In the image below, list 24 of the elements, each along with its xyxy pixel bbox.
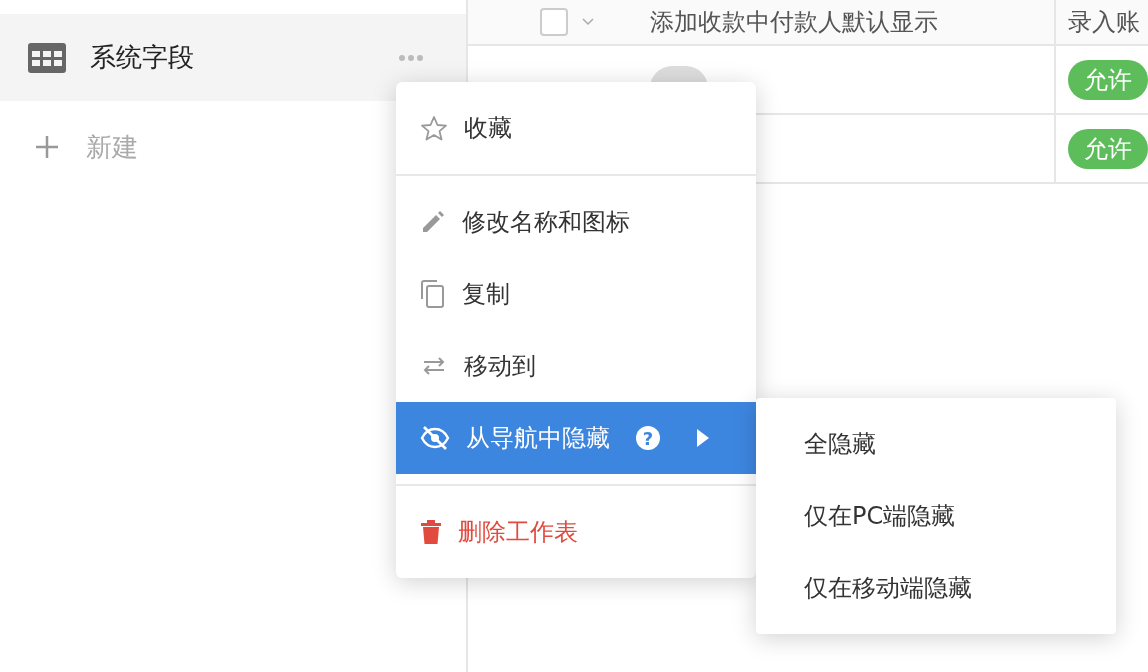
pencil-icon xyxy=(420,209,446,235)
new-label: 新建 xyxy=(86,130,138,164)
copy-icon xyxy=(420,279,446,309)
trash-icon xyxy=(420,519,442,545)
more-icon[interactable] xyxy=(398,53,424,62)
table-icon xyxy=(28,42,66,73)
menu-item[interactable]: 复制 xyxy=(396,258,756,330)
checkbox[interactable] xyxy=(540,8,568,36)
column-header: 录入账 xyxy=(1068,7,1140,38)
menu-item[interactable]: 从导航中隐藏 ? xyxy=(396,402,756,474)
menu-item[interactable]: 仅在PC端隐藏 xyxy=(756,480,1116,552)
caret-icon[interactable] xyxy=(582,18,594,26)
menu-item[interactable]: 全隐藏 xyxy=(756,408,1116,480)
plus-icon xyxy=(34,134,60,160)
menu-item[interactable]: 移动到 xyxy=(396,330,756,402)
status-tag: 允许 xyxy=(1068,128,1148,169)
hidden-eye-icon xyxy=(420,425,450,451)
help-icon[interactable]: ? xyxy=(636,426,660,450)
star-icon xyxy=(420,115,448,141)
column-header: 添加收款中付款人默认显示 xyxy=(650,7,938,38)
menu-item[interactable]: 删除工作表 xyxy=(396,496,756,568)
status-tag: 允许 xyxy=(1068,59,1148,100)
menu-item[interactable]: 仅在移动端隐藏 xyxy=(756,552,1116,624)
sidebar-item[interactable]: 系统字段 xyxy=(0,14,466,101)
